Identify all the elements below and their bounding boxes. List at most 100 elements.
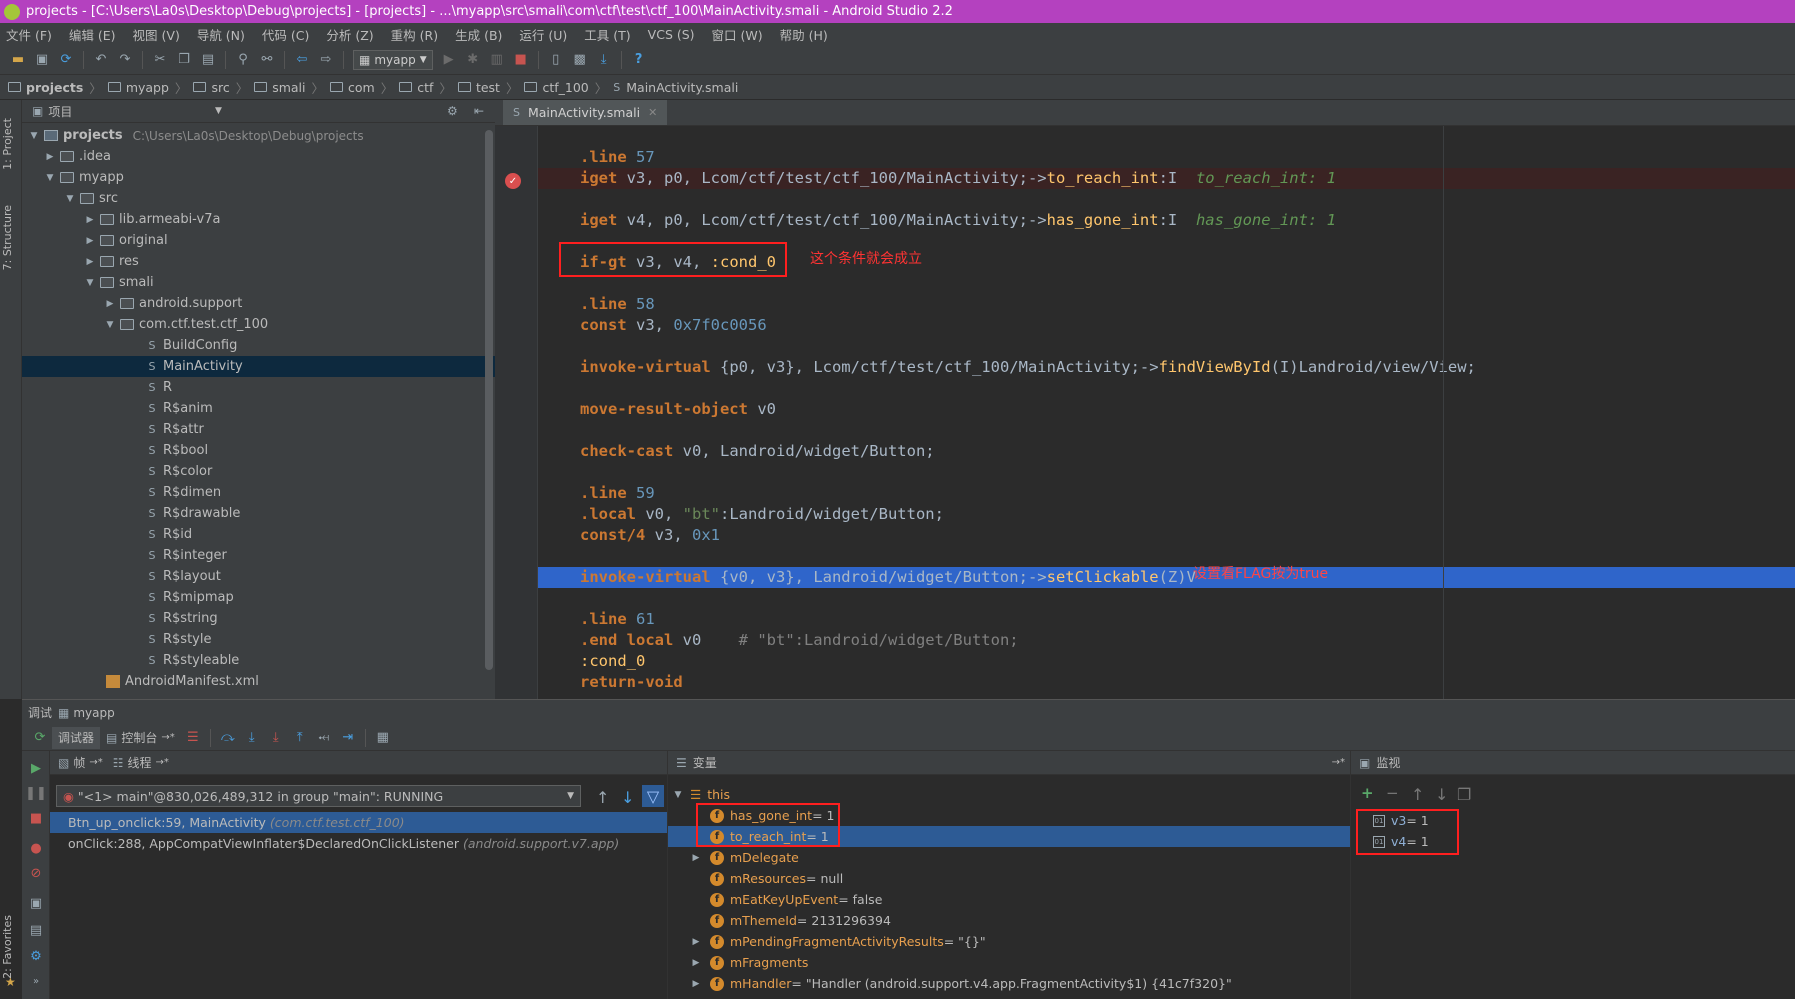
- expanded-arrow-icon[interactable]: ▼: [44, 173, 56, 183]
- menu-navigate[interactable]: 导航 (N): [197, 25, 245, 44]
- collapsed-arrow-icon[interactable]: ▶: [84, 236, 96, 246]
- expanded-arrow-icon[interactable]: ▼: [84, 278, 96, 288]
- debug-config-name[interactable]: myapp: [73, 706, 114, 720]
- restore-layout-icon[interactable]: ▤: [27, 921, 45, 939]
- tree-item-r-dimen[interactable]: S R$dimen: [22, 482, 495, 503]
- remove-watch-icon[interactable]: −: [1386, 784, 1399, 802]
- menu-code[interactable]: 代码 (C): [262, 25, 309, 44]
- tree-item-r-id[interactable]: S R$id: [22, 524, 495, 545]
- breakpoint-icon[interactable]: ✓: [505, 173, 521, 189]
- avd-manager-icon[interactable]: ▯: [547, 51, 565, 69]
- tab-frames[interactable]: 帧: [73, 754, 85, 771]
- tree-item-mainactivity[interactable]: S MainActivity: [22, 356, 495, 377]
- menu-vcs[interactable]: VCS (S): [648, 27, 695, 42]
- step-over-icon[interactable]: ⤼: [219, 729, 237, 747]
- breadcrumb-ctf[interactable]: ctf 〉: [399, 78, 452, 97]
- filter-icon[interactable]: ▽: [642, 785, 664, 807]
- copy-icon[interactable]: ❐: [1457, 785, 1471, 804]
- stop-icon[interactable]: ■: [27, 809, 45, 827]
- tab-threads[interactable]: 线程: [128, 754, 152, 771]
- breadcrumb-smali[interactable]: smali 〉: [254, 78, 324, 97]
- cut-icon[interactable]: ✂: [151, 51, 169, 69]
- expanded-arrow-icon[interactable]: ▼: [64, 194, 76, 204]
- redo-icon[interactable]: ↷: [116, 51, 134, 69]
- next-frame-icon[interactable]: ↓: [621, 788, 634, 807]
- menu-run[interactable]: 运行 (U): [519, 25, 567, 44]
- resume-icon[interactable]: ▶: [27, 759, 45, 777]
- collapsed-arrow-icon[interactable]: ▶: [690, 979, 702, 989]
- tree-item-lib[interactable]: ▶ lib.armeabi-v7a: [22, 209, 495, 230]
- tree-item-r-color[interactable]: S R$color: [22, 461, 495, 482]
- show-execution-point-icon[interactable]: ☰: [184, 729, 202, 747]
- tree-item-manifest[interactable]: AndroidManifest.xml: [22, 671, 495, 692]
- variable-item[interactable]: ▶ f mHandler = "Handler (android.support.v…: [668, 973, 1351, 994]
- save-all-icon[interactable]: ▣: [33, 51, 51, 69]
- menu-edit[interactable]: 编辑 (E): [69, 25, 116, 44]
- sdk-manager-icon[interactable]: ⤓: [595, 51, 613, 69]
- collapsed-arrow-icon[interactable]: ▶: [690, 958, 702, 968]
- paste-icon[interactable]: ▤: [199, 51, 217, 69]
- tab-mainactivity-smali[interactable]: S MainActivity.smali ✕: [503, 100, 668, 125]
- force-step-into-icon[interactable]: ⤓: [267, 729, 285, 747]
- tree-item-r-style[interactable]: S R$style: [22, 629, 495, 650]
- tree-item-r-mipmap[interactable]: S R$mipmap: [22, 587, 495, 608]
- menu-view[interactable]: 视图 (V): [133, 25, 180, 44]
- project-structure-icon[interactable]: ▩: [571, 51, 589, 69]
- tree-item-myapp[interactable]: ▼ myapp: [22, 167, 495, 188]
- step-out-icon[interactable]: ⤒: [291, 729, 309, 747]
- add-watch-icon[interactable]: +: [1361, 784, 1374, 802]
- collapsed-arrow-icon[interactable]: ▶: [84, 215, 96, 225]
- menu-help[interactable]: 帮助 (H): [780, 25, 828, 44]
- drop-frame-icon[interactable]: ⤟: [315, 729, 333, 747]
- tree-item-r-layout[interactable]: S R$layout: [22, 566, 495, 587]
- breadcrumb-myapp[interactable]: myapp 〉: [107, 78, 187, 97]
- collapsed-arrow-icon[interactable]: ▶: [104, 299, 116, 309]
- tree-item-projects[interactable]: ▼ projects C:\Users\La0s\Desktop\Debug\pro…: [22, 125, 495, 146]
- tree-item-r-anim[interactable]: S R$anim: [22, 398, 495, 419]
- expanded-arrow-icon[interactable]: ▼: [104, 320, 116, 330]
- tree-item-r-string[interactable]: S R$string: [22, 608, 495, 629]
- collapsed-arrow-icon[interactable]: ▶: [690, 853, 702, 863]
- breadcrumb-projects[interactable]: projects 〉: [8, 78, 102, 97]
- undo-icon[interactable]: ↶: [92, 51, 110, 69]
- tree-item-smali[interactable]: ▼ smali: [22, 272, 495, 293]
- run-to-cursor-icon[interactable]: ⇥: [339, 729, 357, 747]
- move-down-icon[interactable]: ↓: [1435, 785, 1448, 804]
- sync-icon[interactable]: ⟳: [57, 51, 75, 69]
- tree-item-r-attr[interactable]: S R$attr: [22, 419, 495, 440]
- gear-icon[interactable]: ⚙: [447, 104, 458, 118]
- breadcrumb-file[interactable]: S MainActivity.smali: [613, 80, 738, 95]
- back-arrow-icon[interactable]: ⇦: [293, 51, 311, 69]
- move-up-icon[interactable]: ↑: [1411, 785, 1424, 804]
- breadcrumb-com[interactable]: com 〉: [330, 78, 393, 97]
- variable-root-this[interactable]: ▼ ☰ this: [668, 784, 1351, 805]
- open-folder-icon[interactable]: ▬: [9, 51, 27, 69]
- collapsed-arrow-icon[interactable]: ▶: [690, 937, 702, 947]
- menu-window[interactable]: 窗口 (W): [712, 25, 763, 44]
- rerun-icon[interactable]: ⟳: [31, 729, 49, 747]
- camera-icon[interactable]: ▣: [27, 894, 45, 912]
- editor-gutter[interactable]: [495, 126, 538, 699]
- run-icon[interactable]: ▶: [440, 51, 458, 69]
- tree-item-r-bool[interactable]: S R$bool: [22, 440, 495, 461]
- view-breakpoints-icon[interactable]: ●: [27, 839, 45, 857]
- tab-console[interactable]: ▤ 控制台 →*: [100, 727, 181, 749]
- variable-item[interactable]: f mResources = null: [668, 868, 1351, 889]
- tree-item-android-support[interactable]: ▶ android.support: [22, 293, 495, 314]
- tree-item-src[interactable]: ▼ src: [22, 188, 495, 209]
- tree-item-package[interactable]: ▼ com.ctf.test.ctf_100: [22, 314, 495, 335]
- frame-item[interactable]: Btn_up_onclick:59, MainActivity (com.ctf.…: [50, 812, 667, 833]
- chevron-down-icon[interactable]: ▼: [215, 106, 222, 116]
- collapsed-arrow-icon[interactable]: ▶: [44, 152, 56, 162]
- tree-item-original[interactable]: ▶ original: [22, 230, 495, 251]
- variable-item[interactable]: f mEatKeyUpEvent = false: [668, 889, 1351, 910]
- variable-item[interactable]: ▶ f mPendingFragmentActivityResults = "{}": [668, 931, 1351, 952]
- evaluate-expression-icon[interactable]: ▦: [374, 729, 392, 747]
- help-icon[interactable]: ?: [630, 51, 648, 69]
- step-into-icon[interactable]: ⤓: [243, 729, 261, 747]
- previous-frame-icon[interactable]: ↑: [596, 788, 609, 807]
- tree-item-r-drawable[interactable]: S R$drawable: [22, 503, 495, 524]
- copy-icon[interactable]: ❐: [175, 51, 193, 69]
- attach-debugger-icon[interactable]: ▥: [488, 51, 506, 69]
- close-icon[interactable]: ✕: [648, 106, 657, 119]
